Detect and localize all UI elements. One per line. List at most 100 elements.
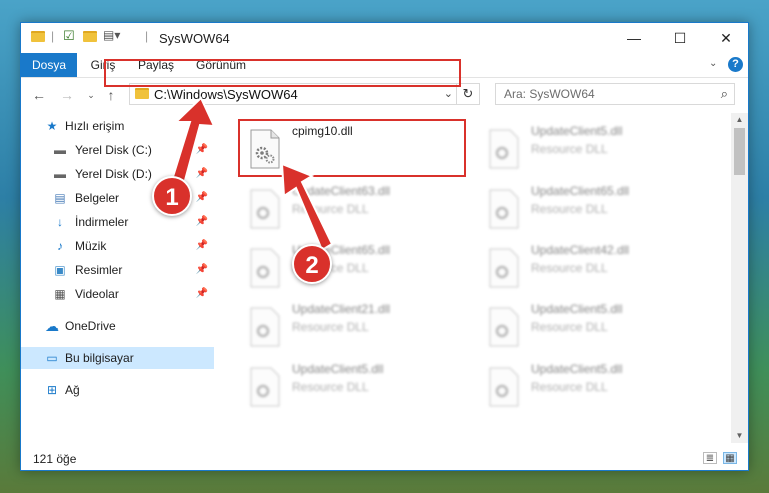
file-name: UpdateClient5.dll	[531, 362, 623, 376]
back-button[interactable]: ←	[31, 87, 47, 103]
sidebar-item-label: Videolar	[75, 287, 119, 301]
dll-file-icon	[489, 248, 519, 288]
file-type: Resource DLL	[292, 320, 369, 334]
sidebar-item-label: OneDrive	[65, 319, 116, 333]
search-placeholder: Ara: SysWOW64	[504, 87, 595, 101]
help-button[interactable]: ?	[728, 57, 743, 72]
sidebar-item-label: Ağ	[65, 383, 80, 397]
music-icon: ♪	[57, 239, 63, 253]
sidebar-item-network[interactable]: ⊞ Ağ	[21, 379, 214, 401]
new-folder-icon[interactable]	[83, 31, 97, 42]
download-icon: ↓	[57, 215, 63, 229]
up-button[interactable]: ↑	[103, 87, 119, 103]
separator: |	[51, 29, 55, 43]
maximize-button[interactable]: ☐	[657, 23, 703, 53]
file-name: UpdateClient5.dll	[531, 124, 623, 138]
file-item[interactable]: UpdateClient65.dll Resource DLL	[482, 181, 717, 237]
details-view-button[interactable]: ≣	[703, 452, 717, 464]
dll-file-icon	[489, 307, 519, 347]
sidebar-item-downloads[interactable]: ↓ İndirmeler 📌	[21, 211, 214, 233]
scroll-up-icon[interactable]: ▲	[731, 113, 748, 127]
file-item[interactable]: UpdateClient5.dll Resource DLL	[243, 359, 478, 415]
pin-icon: 📌	[195, 288, 208, 299]
chevron-down-icon[interactable]: ⌄	[444, 87, 453, 100]
file-name: UpdateClient65.dll	[531, 184, 630, 198]
file-highlight-box	[238, 119, 466, 177]
status-bar: 121 öğe ≣ ▦	[21, 444, 748, 470]
sidebar-item-onedrive[interactable]: ☁ OneDrive	[21, 315, 214, 337]
dll-file-icon	[250, 307, 280, 347]
documents-icon: ▤	[54, 191, 66, 205]
file-type: Resource DLL	[531, 202, 608, 216]
sidebar-item-disk-c[interactable]: ▬ Yerel Disk (C:) 📌	[21, 139, 214, 161]
callout-one: 1	[152, 176, 192, 216]
file-item[interactable]: UpdateClient5.dll Resource DLL	[482, 359, 717, 415]
customize-toolbar-icon[interactable]: ▤▾	[103, 28, 120, 42]
separator: |	[145, 29, 149, 43]
file-item[interactable]: UpdateClient21.dll Resource DLL	[243, 299, 478, 355]
file-item[interactable]: UpdateClient5.dll Resource DLL	[482, 299, 717, 355]
title-bar: | ☑ ▤▾ | SysWOW64 — ☐ ✕	[21, 23, 748, 53]
cloud-icon: ☁	[45, 318, 59, 334]
sidebar-item-label: Yerel Disk (C:)	[75, 143, 152, 157]
network-icon: ⊞	[46, 383, 58, 397]
drive-icon: ▬	[54, 167, 66, 181]
pictures-icon: ▣	[54, 263, 66, 277]
video-icon: ▦	[54, 287, 66, 301]
close-button[interactable]: ✕	[703, 23, 748, 53]
navigation-pane: ★ Hızlı erişim ▬ Yerel Disk (C:) 📌 ▬ Yer…	[21, 113, 214, 443]
pin-icon: 📌	[195, 216, 208, 227]
sidebar-item-label: Hızlı erişim	[65, 119, 125, 133]
forward-button[interactable]: →	[59, 87, 75, 103]
sidebar-item-videos[interactable]: ▦ Videolar 📌	[21, 283, 214, 305]
tiles-view-button[interactable]: ▦	[723, 452, 737, 464]
sidebar-item-label: Resimler	[75, 263, 123, 277]
search-icon[interactable]: ⌕	[721, 86, 728, 102]
sidebar-item-this-pc[interactable]: ▭ Bu bilgisayar	[21, 347, 214, 369]
explorer-window: | ☑ ▤▾ | SysWOW64 — ☐ ✕ Dosya Giriş Payl…	[20, 22, 749, 471]
sidebar-item-label: Bu bilgisayar	[65, 351, 134, 365]
file-type: Resource DLL	[531, 261, 608, 275]
sidebar-item-label: Belgeler	[75, 191, 120, 205]
sidebar-item-label: İndirmeler	[75, 215, 129, 229]
file-name: UpdateClient5.dll	[292, 362, 384, 376]
pin-icon: 📌	[195, 144, 208, 155]
computer-icon: ▭	[46, 351, 58, 365]
sidebar-item-music[interactable]: ♪ Müzik 📌	[21, 235, 214, 257]
file-type: Resource DLL	[292, 202, 369, 216]
file-item[interactable]: UpdateClient5.dll Resource DLL	[482, 121, 717, 177]
sidebar-item-quick-access[interactable]: ★ Hızlı erişim	[21, 115, 214, 137]
folder-icon	[135, 88, 149, 99]
file-item[interactable]: UpdateClient65.dll Resource DLL	[243, 240, 478, 296]
folder-icon	[31, 31, 45, 42]
tab-file[interactable]: Dosya	[21, 53, 77, 77]
scroll-down-icon[interactable]: ▼	[731, 429, 748, 443]
properties-icon[interactable]: ☑	[63, 28, 75, 44]
file-type: Resource DLL	[531, 380, 608, 394]
sidebar-item-pictures[interactable]: ▣ Resimler 📌	[21, 259, 214, 281]
pin-icon: 📌	[195, 240, 208, 251]
refresh-button[interactable]: ↻	[456, 84, 479, 104]
minimize-button[interactable]: —	[611, 23, 657, 53]
recent-locations-dropdown[interactable]: ⌄	[83, 87, 99, 103]
callout-two: 2	[292, 244, 332, 284]
file-type: Resource DLL	[531, 142, 608, 156]
file-item[interactable]: UpdateClient63.dll Resource DLL	[243, 181, 478, 237]
sidebar-item-label: Müzik	[75, 239, 107, 253]
file-name: UpdateClient5.dll	[531, 302, 623, 316]
file-name: UpdateClient21.dll	[292, 302, 391, 316]
sidebar-item-label: Yerel Disk (D:)	[75, 167, 152, 181]
file-type: Resource DLL	[531, 320, 608, 334]
window-title: SysWOW64	[159, 31, 230, 46]
drive-icon: ▬	[54, 143, 66, 157]
scroll-thumb[interactable]	[734, 128, 745, 175]
address-path[interactable]: C:\Windows\SysWOW64	[154, 87, 298, 102]
dll-file-icon	[489, 189, 519, 229]
file-type: Resource DLL	[292, 380, 369, 394]
search-input[interactable]: Ara: SysWOW64 ⌕	[495, 83, 735, 105]
file-name: UpdateClient63.dll	[292, 184, 391, 198]
dll-file-icon	[250, 189, 280, 229]
file-item[interactable]: UpdateClient42.dll Resource DLL	[482, 240, 717, 296]
vertical-scrollbar[interactable]: ▲ ▼	[731, 113, 748, 443]
ribbon-expand-icon[interactable]: ⌄	[709, 58, 717, 69]
